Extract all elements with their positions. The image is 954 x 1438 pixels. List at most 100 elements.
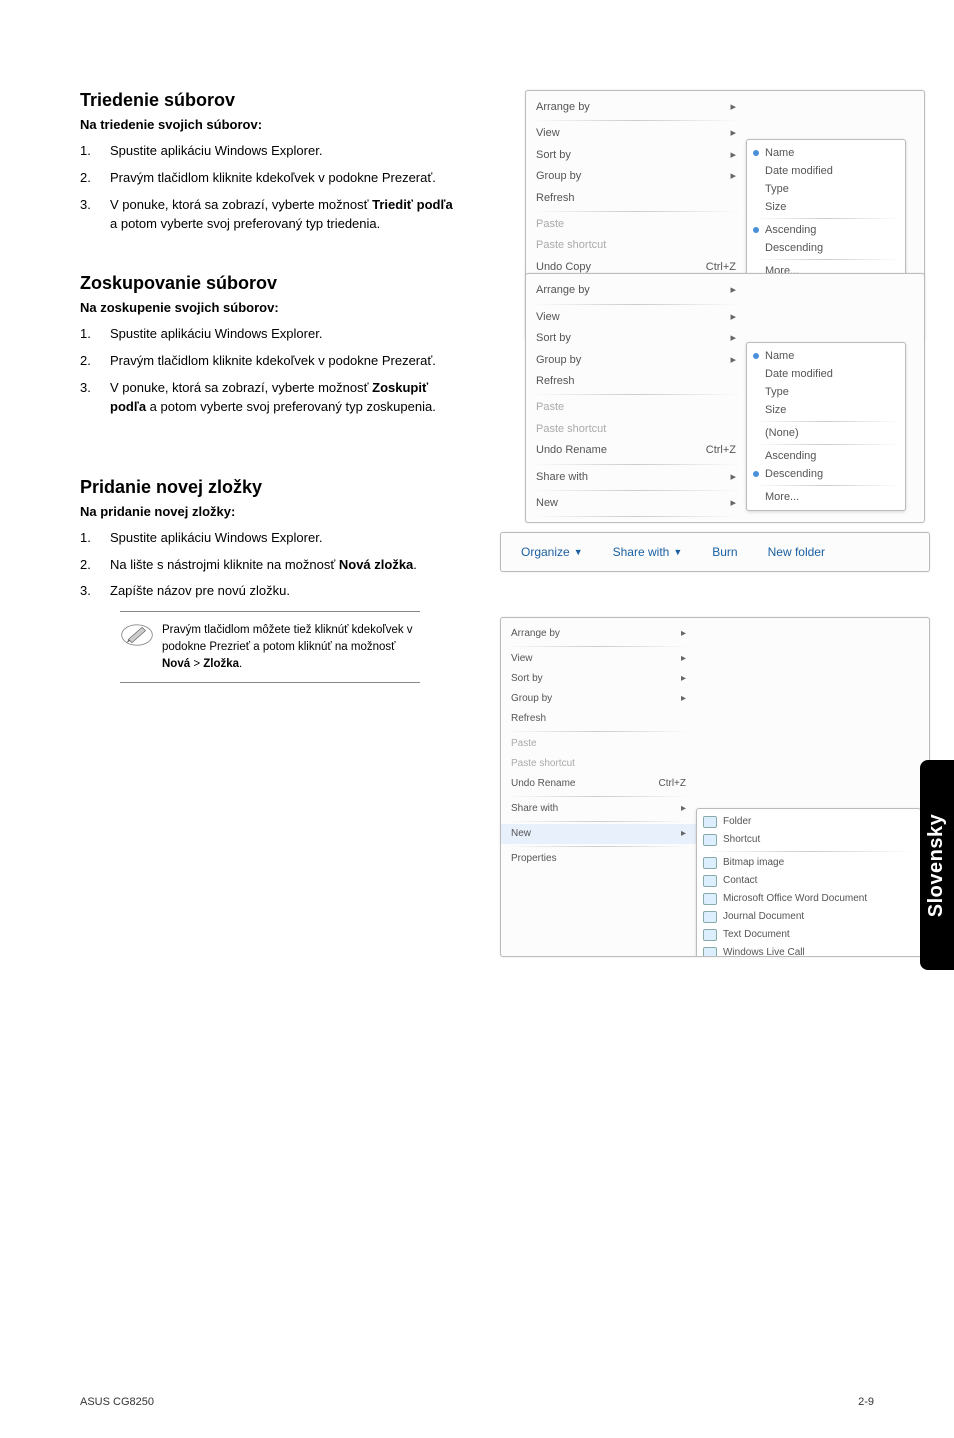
submenu-item-size[interactable]: Size [747,401,905,419]
menu-item-undo-rename[interactable]: Undo RenameCtrl+Z [501,774,696,794]
submenu-label: Contact [723,875,757,886]
step-number: 1. [80,325,110,344]
submenu-item-type[interactable]: Type [747,180,905,198]
chevron-right-icon: ▸ [681,692,686,706]
list-item: 2.Pravým tlačidlom kliknite kdekoľvek v … [80,169,460,188]
section-sort-title: Triedenie súborov [80,90,460,111]
section-group: Zoskupovanie súborov Na zoskupenie svoji… [80,273,874,416]
submenu-item-name[interactable]: Name [747,144,905,162]
submenu-label: Size [765,404,786,416]
folder-icon [703,816,717,828]
menu-item-undo-rename[interactable]: Undo RenameCtrl+Z [526,440,746,461]
submenu-item-ascending[interactable]: Ascending [747,447,905,465]
step-text: V ponuke, ktorá sa zobrazí, vyberte možn… [110,379,460,417]
menu-label: Arrange by [511,627,560,641]
section-group-subhead: Na zoskupenie svojich súborov: [80,300,460,315]
section-sort: Triedenie súborov Na triedenie svojich s… [80,90,874,233]
menu-separator [532,394,740,395]
menu-shortcut: Ctrl+Z [659,777,687,791]
menu-item-group-by[interactable]: Group by▸ [526,350,746,371]
menu-item-sort-by[interactable]: Sort by ▸ [526,145,746,166]
language-label: Slovensky [926,813,949,916]
chevron-down-icon: ▼ [673,547,682,557]
menu-label: Sort by [536,148,571,163]
bullet-placeholder [753,389,759,395]
submenu-item-type[interactable]: Type [747,383,905,401]
step-text-bold: Nová zložka [339,557,413,572]
submenu-item-size[interactable]: Size [747,198,905,216]
submenu-item-bitmap[interactable]: Bitmap image [697,854,920,872]
menu-item-view[interactable]: View▸ [501,649,696,669]
chevron-right-icon: ▸ [730,148,736,163]
menu-item-sort-by[interactable]: Sort by▸ [526,328,746,349]
submenu-item-none[interactable]: (None) [747,424,905,442]
submenu-label: Text Document [723,929,790,940]
context-menu: Arrange by▸ View▸ Sort by▸ Group by▸ Ref… [501,618,696,875]
step-number: 2. [80,352,110,371]
menu-item-group-by[interactable]: Group by▸ [526,166,746,187]
menu-item-refresh[interactable]: Refresh [526,371,746,392]
submenu-item-descending[interactable]: Descending [747,239,905,257]
chevron-right-icon: ▸ [730,331,736,346]
chevron-right-icon: ▸ [730,353,736,368]
menu-item-new[interactable]: New▸ [501,824,696,844]
submenu-new: Folder Shortcut Bitmap image Contact Mic… [696,808,921,957]
submenu-item-shortcut[interactable]: Shortcut [697,831,920,849]
menu-label: Arrange by [536,100,590,115]
submenu-item-livecall[interactable]: Windows Live Call [697,944,920,957]
chevron-right-icon: ▸ [730,169,736,184]
section-sort-text: Triedenie súborov Na triedenie svojich s… [80,90,460,233]
step-text: Na lište s nástrojmi kliknite na možnosť… [110,556,460,575]
menu-item-sort-by[interactable]: Sort by▸ [501,669,696,689]
submenu-item-ascending[interactable]: Ascending [747,221,905,239]
toolbar-burn[interactable]: Burn [712,545,737,559]
menu-label: Sort by [511,672,543,686]
step-text: Spustite aplikáciu Windows Explorer. [110,142,460,161]
menu-item-properties[interactable]: Properties [501,849,696,869]
menu-item-paste-shortcut: Paste shortcut [526,419,746,440]
submenu-label: Bitmap image [723,857,784,868]
submenu-item-folder[interactable]: Folder [697,813,920,831]
menu-separator [753,259,899,260]
contact-icon [703,875,717,887]
menu-label: Paste shortcut [536,238,606,253]
submenu-item-date-modified[interactable]: Date modified [747,365,905,383]
menu-item-arrange-by[interactable]: Arrange by▸ [526,280,746,301]
submenu-item-contact[interactable]: Contact [697,872,920,890]
list-item: 3.V ponuke, ktorá sa zobrazí, vyberte mo… [80,196,460,234]
menu-item-share-with[interactable]: Share with▸ [501,799,696,819]
menu-label: Paste shortcut [536,422,606,437]
menu-item-refresh[interactable]: Refresh [526,188,746,209]
submenu-label: Name [765,350,794,362]
submenu-item-journal[interactable]: Journal Document [697,908,920,926]
menu-label: Paste [511,737,537,751]
submenu-label: Microsoft Office Word Document [723,893,867,904]
screenshot-new-menu: Arrange by▸ View▸ Sort by▸ Group by▸ Ref… [500,617,930,957]
submenu-item-name[interactable]: Name [747,347,905,365]
toolbar-organize[interactable]: Organize▼ [521,545,583,559]
step-number: 1. [80,142,110,161]
submenu-item-word[interactable]: Microsoft Office Word Document [697,890,920,908]
toolbar-new-folder[interactable]: New folder [768,545,825,559]
menu-item-arrange-by[interactable]: Arrange by▸ [501,624,696,644]
submenu-item-text[interactable]: Text Document [697,926,920,944]
note-post: . [239,658,242,670]
toolbar-share-with[interactable]: Share with▼ [613,545,683,559]
pencil-icon [120,622,154,648]
section-group-title: Zoskupovanie súborov [80,273,460,294]
menu-item-group-by[interactable]: Group by▸ [501,689,696,709]
menu-item-view[interactable]: View▸ [526,123,746,144]
submenu-item-date-modified[interactable]: Date modified [747,162,905,180]
bullet-placeholder [753,430,759,436]
submenu-label: Windows Live Call [723,947,805,957]
menu-item-arrange-by[interactable]: Arrange by▸ [526,97,746,118]
step-text: V ponuke, ktorá sa zobrazí, vyberte možn… [110,196,460,234]
bullet-placeholder [753,204,759,210]
menu-item-refresh[interactable]: Refresh [501,709,696,729]
step-text: Zapíšte názov pre novú zložku. [110,582,460,601]
submenu-sort-by: Name Date modified Type Size Ascending D… [746,139,906,285]
menu-item-view[interactable]: View▸ [526,307,746,328]
chevron-right-icon: ▸ [730,283,736,298]
submenu-label: Ascending [765,224,816,236]
menu-label: View [536,126,560,141]
